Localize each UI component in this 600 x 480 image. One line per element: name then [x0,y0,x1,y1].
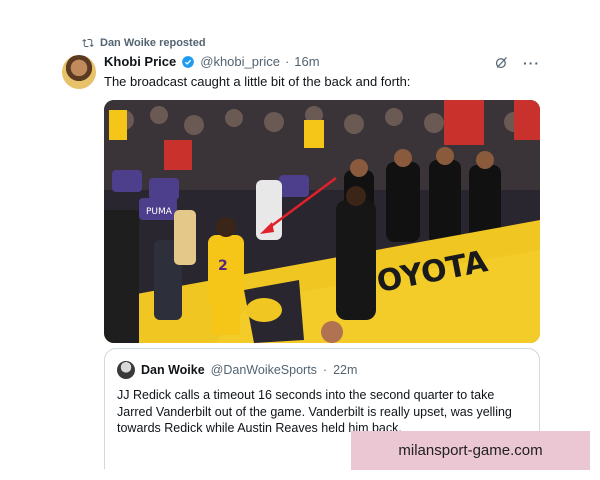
separator-dot: · [284,54,290,69]
seat-banner: PUMA [146,207,173,217]
video-media[interactable]: PUMA TOYOTA 2 [104,100,540,343]
jersey-number: 2 [218,258,228,274]
quote-author-name[interactable]: Dan Woike [141,363,205,377]
author-name[interactable]: Khobi Price [104,54,176,69]
more-options-icon[interactable]: ··· [523,56,540,70]
grok-icon[interactable] [494,55,509,70]
video-frame: PUMA TOYOTA 2 [104,100,540,343]
tweet-header: Khobi Price @khobi_price · 16m [104,54,320,69]
tweet-text: The broadcast caught a little bit of the… [104,74,411,89]
avatar[interactable] [62,55,96,89]
watermark: milansport-game.com [351,431,590,470]
timestamp[interactable]: 16m [294,54,319,69]
quote-author-handle[interactable]: @DanWoikeSports [211,363,317,377]
quote-header: Dan Woike @DanWoikeSports · 22m [117,361,357,379]
repost-label: Dan Woike reposted [100,37,206,49]
verified-badge-icon [182,55,195,68]
tweet-actions: ··· [494,55,540,70]
quote-timestamp[interactable]: 22m [333,363,357,377]
quote-text: JJ Redick calls a timeout 16 seconds int… [117,388,512,435]
quote-separator-dot: · [322,363,328,377]
author-handle[interactable]: @khobi_price [200,54,280,69]
repost-icon [82,38,94,48]
repost-header[interactable]: Dan Woike reposted [82,37,206,49]
quote-avatar[interactable] [117,361,135,379]
